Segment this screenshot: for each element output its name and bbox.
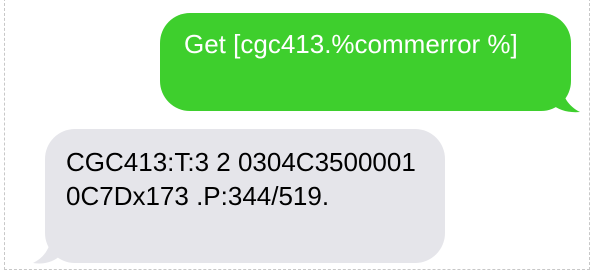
- received-message-bubble[interactable]: CGC413:T:3 2 0304C35000010C7Dx173 .P:344…: [45, 129, 445, 263]
- sent-message-bubble[interactable]: Get [cgc413.%commerror %]: [160, 13, 571, 111]
